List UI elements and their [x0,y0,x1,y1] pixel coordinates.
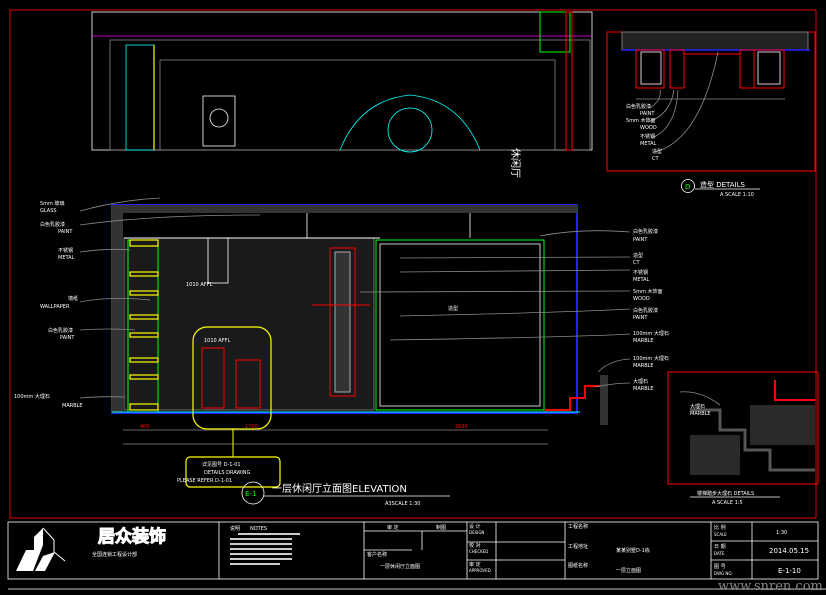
checker-label: 校 对 [469,542,481,549]
drawing-label: 图纸名称 [568,562,588,569]
callout-text: 详见图号 D-1-01 [202,461,241,468]
detail-a-label-en: WOOD [640,125,657,131]
material-label-en: PAINT [58,229,73,235]
detail-a-label: 白色乳胶漆 [626,103,651,110]
affl-label: 1010 AFFL [186,282,212,288]
designer-label-en: DESIGN [469,530,484,535]
notes-label: NOTES [250,526,267,532]
drawn-header: 制图 [436,524,446,531]
date-label: 日 期 [714,544,726,550]
detail-b-title: 楼梯踏步大理石 DETAILS [697,490,754,497]
approve-header: 审 定 [387,524,399,531]
drawing-name: 一层休闲厅立面图 [380,563,420,570]
material-label: 白色乳胶漆 [633,307,658,314]
material-label-en: MARBLE [633,363,654,369]
detail-a-label-en: CT [652,156,659,162]
material-label: 5mm 木饰面 [633,288,663,295]
material-label-en: WOOD [633,296,650,302]
material-label-en: CT [633,260,640,266]
notes-title: 说明 [230,525,240,532]
approver-label: 审 定 [469,561,481,568]
elevation-scale: A3SCALE 1:30 [385,501,420,507]
material-label: 大理石 [690,403,705,410]
address-value: 某某别墅D-1栋 [616,547,650,554]
material-label-en: MARBLE [633,386,654,392]
dimension: 1700 [245,424,258,430]
center-label: 造型 [448,305,458,312]
company-logo [16,527,66,571]
material-label-en: MARBLE [62,403,83,409]
material-label-en: METAL [633,277,650,283]
material-label: 100mm 大理石 [633,355,669,362]
dimension: 2690 [455,424,468,430]
detail-a-label-en: METAL [640,141,657,147]
affl-label: 1010 AFFL [204,338,230,344]
address-label: 工程地址 [568,543,588,550]
designer-label: 设 计 [469,523,481,530]
material-label: 白色乳胶漆 [40,221,65,228]
material-label: 100mm 大理石 [14,393,50,400]
company-name: 居众装饰 [98,526,166,547]
material-label: 不锈钢 [633,269,648,276]
dwg-value: E-1-10 [778,567,801,575]
material-label: 5mm 玻璃 [40,200,65,207]
scale-value: 1:30 [776,530,787,536]
dimension: 400 [140,424,150,430]
detail-a-label: 不锈钢 [640,133,655,140]
material-label-en: MARBLE [633,338,654,344]
scale-label: 比 例 [714,524,726,531]
checker-label-en: CHECKED [469,549,488,554]
right-labels: 白色乳胶漆 PAINT 造型 CT 不锈钢 METAL 5mm 木饰面 WOOD… [359,228,669,392]
material-label-en: METAL [58,255,75,261]
room-label: 休闲厅 [509,148,522,178]
detail-a-label: 造型 [652,148,662,155]
material-label-en: PAINT [60,335,75,341]
detail-b-scale: A SCALE 1:5 [712,500,743,506]
detail-a-label: 5mm 木饰面 [626,117,656,124]
material-label: 白色乳胶漆 [48,327,73,334]
elevation: 400 1700 2690 1010 AFFL 1010 AFFL 造型 5mm… [14,197,669,507]
callout-text: PLEASE REFER D-1-01 [177,478,232,484]
material-label-en: WALLPAPER [40,304,70,310]
detail-a-title: 造型 DETAILS [700,180,746,189]
notes-lines [230,533,300,565]
detail-a-label-en: PAINT [640,111,655,117]
detail-b: 大理石 MARBLE 楼梯踏步大理石 DETAILS A SCALE 1:5 [667,371,819,506]
material-label-en: PAINT [633,315,648,321]
scale-label-en: SCALE [714,532,727,537]
material-label: 白色乳胶漆 [633,228,658,235]
material-label: 不锈钢 [58,247,73,254]
material-label-en: MARBLE [690,411,711,417]
detail-marker-text: D [685,183,690,191]
callout-text: DETAILS DRAWING [204,470,251,476]
date-label-en: DATE [714,551,725,556]
dwg-label-en: DWG NO. [714,571,733,576]
material-label: 造型 [633,252,643,259]
detail-a: 白色乳胶漆 PAINT 5mm 木饰面 WOOD 不锈钢 METAL 造型 CT… [606,31,816,198]
elevation-title: 一层休闲厅立面图ELEVATION [272,482,407,495]
material-label: 大理石 [633,378,648,385]
title-block: 居众装饰 全国连锁工程设计部 说明 NOTES 审 定 制图 客户名称 一层休闲… [7,521,826,590]
material-label-en: GLASS [40,208,57,214]
approver-label-en: APPROVED [469,568,491,573]
material-label: 墙纸 [68,295,78,302]
material-label-en: PAINT [633,237,648,243]
company-subtitle: 全国连锁工程设计部 [92,551,137,558]
cad-drawing: 休闲厅 白色乳胶漆 PAINT 5mm 木饰面 WOOD 不锈钢 METAL 造… [7,9,826,594]
detail-a-scale: A SCALE 1:10 [720,192,754,198]
material-label: 100mm 大理石 [633,330,669,337]
client-label: 客户名称 [367,551,387,558]
project-label: 工程名称 [568,523,588,530]
drawing-value: 一层立面图 [616,567,641,574]
date-value: 2014.05.15 [769,547,809,555]
watermark: www.snren.com [718,579,823,594]
top-plan: 休闲厅 [91,11,593,178]
elevation-marker-text: E-1 [245,490,256,498]
dwg-label: 图 号 [714,564,726,570]
